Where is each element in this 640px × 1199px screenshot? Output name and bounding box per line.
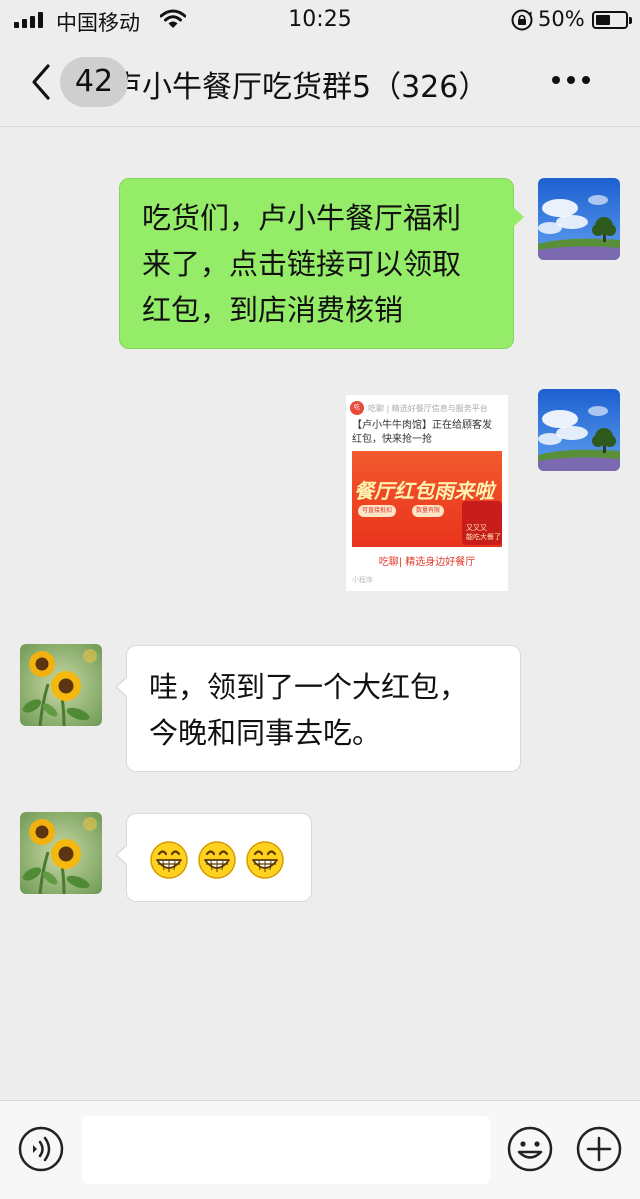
received-emoji-bubble[interactable] (115, 813, 312, 902)
envelope-text: 又又又 能吃大餐了 (466, 524, 501, 541)
chat-title: 卢小牛餐厅吃货群5（326） (112, 70, 489, 105)
input-bar (0, 1100, 640, 1199)
emoji-icon[interactable] (506, 1125, 554, 1173)
card-footer: 小程序 (352, 576, 373, 584)
message-line: 红包，到店消费核销 (142, 293, 404, 327)
message-line: 今晚和同事去吃。 (149, 716, 382, 750)
battery-icon (592, 11, 632, 29)
more-dots-icon[interactable] (552, 76, 590, 84)
card-slogan: 吃聊| 精选身边好餐厅 (378, 557, 476, 568)
unread-count-badge[interactable]: 42 (60, 57, 128, 107)
grin-emoji-icon (149, 840, 189, 880)
message-line: 来了，点击链接可以领取 (142, 247, 462, 281)
card-description: 【卢小牛牛肉馆】正在给顾客发 红包，快来抢一抢 (352, 420, 492, 445)
plus-icon[interactable] (575, 1125, 623, 1173)
sender-avatar[interactable] (20, 644, 102, 726)
banner-pill: 数量有限 (412, 505, 445, 517)
grin-emoji-icon (245, 840, 285, 880)
message-line: 吃货们，卢小牛餐厅福利 (142, 201, 462, 235)
rotation-lock-icon (511, 9, 533, 31)
voice-icon[interactable] (17, 1125, 65, 1173)
message-input[interactable] (82, 1116, 490, 1184)
card-source: 吃 吃聊 | 精选好餐厅信息与服务平台 (350, 400, 504, 416)
my-avatar[interactable] (538, 389, 620, 471)
my-avatar[interactable] (538, 178, 620, 260)
chat-header: 卢小牛餐厅吃货群5（326） 42 (0, 40, 640, 127)
banner-title: 餐厅红包雨来啦 (354, 479, 494, 503)
status-bar: 中国移动 10:25 50% (0, 0, 640, 40)
received-message-bubble[interactable]: 哇，领到了一个大红包， 今晚和同事去吃。 (115, 645, 521, 772)
battery-percent: 50% (538, 7, 585, 31)
shared-card[interactable]: 吃 吃聊 | 精选好餐厅信息与服务平台 【卢小牛牛肉馆】正在给顾客发 红包，快来… (346, 395, 508, 591)
message-line: 哇，领到了一个大红包， (149, 670, 469, 704)
sent-message-bubble[interactable]: 吃货们，卢小牛餐厅福利 来了，点击链接可以领取 红包，到店消费核销 (119, 178, 524, 349)
banner-pill: 可直接抵扣 (358, 505, 397, 517)
chevron-left-icon[interactable] (26, 62, 56, 102)
card-logo-icon: 吃 (350, 401, 364, 415)
grin-emoji-icon (197, 840, 237, 880)
card-banner-image: 餐厅红包雨来啦 可直接抵扣 数量有限 又又又 能吃大餐了 (352, 451, 502, 547)
sender-avatar[interactable] (20, 812, 102, 894)
